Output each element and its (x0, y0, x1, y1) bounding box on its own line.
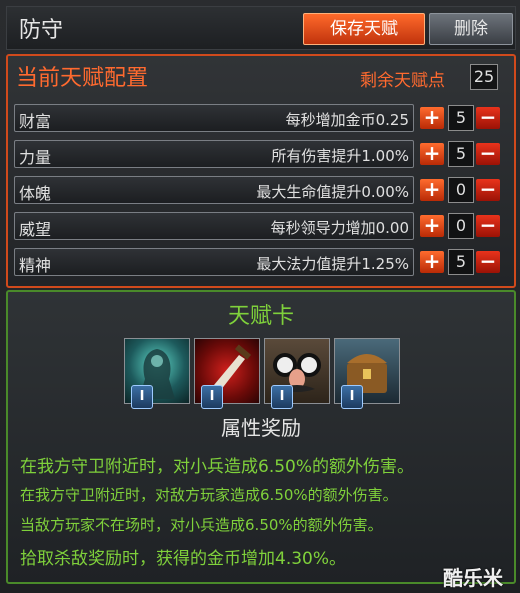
talent-points: 0 (448, 177, 474, 203)
talent-row: 体魄 最大生命值提升0.00% + 0 − (14, 176, 510, 204)
decrease-button[interactable]: − (476, 143, 500, 165)
talent-row: 力量 所有伤害提升1.00% + 5 − (14, 140, 510, 168)
card-level-badge: I (201, 385, 223, 409)
talent-name: 精神 (19, 256, 52, 275)
increase-button[interactable]: + (420, 179, 444, 201)
talent-points: 0 (448, 213, 474, 239)
talent-name: 体魄 (19, 184, 52, 203)
disguise-glasses-card-icon[interactable]: I (264, 338, 330, 409)
talent-name: 力量 (19, 148, 52, 167)
talent-config-panel: 当前天赋配置 剩余天赋点 25 财富 每秒增加金币0.25 + 5 − 力量 所… (6, 54, 516, 288)
talent-effect: 每秒领导力增加0.00 (270, 219, 409, 237)
increase-button[interactable]: + (420, 143, 444, 165)
increase-button[interactable]: + (420, 215, 444, 237)
decrease-button[interactable]: − (476, 215, 500, 237)
talent-row-box: 力量 所有伤害提升1.00% (14, 140, 414, 168)
decrease-button[interactable]: − (476, 251, 500, 273)
decrease-button[interactable]: − (476, 107, 500, 129)
increase-button[interactable]: + (420, 251, 444, 273)
card-level-badge: I (341, 385, 363, 409)
talent-window: 防守 保存天赋 删除 当前天赋配置 剩余天赋点 25 财富 每秒增加金币0.25… (0, 0, 520, 593)
save-talent-button[interactable]: 保存天赋 (303, 13, 425, 45)
talent-row: 财富 每秒增加金币0.25 + 5 − (14, 104, 510, 132)
talent-card-panel: 天赋卡 I I I I 属性奖励 在我方守卫附近时，对小兵造成6.50%的额外伤… (6, 290, 516, 584)
page-title: 防守 (19, 18, 64, 43)
bonus-title: 属性奖励 (221, 416, 301, 440)
ghost-warrior-card-icon[interactable]: I (124, 338, 190, 409)
remaining-points-value: 25 (470, 64, 498, 90)
increase-button[interactable]: + (420, 107, 444, 129)
bonus-line: 在我方守卫附近时，对敌方玩家造成6.50%的额外伤害。 (20, 486, 398, 504)
talent-row-box: 体魄 最大生命值提升0.00% (14, 176, 414, 204)
decrease-button[interactable]: − (476, 179, 500, 201)
talent-effect: 最大法力值提升1.25% (256, 255, 409, 273)
watermark-logo: 酷乐米 (443, 566, 503, 590)
talent-points: 5 (448, 249, 474, 275)
dagger-card-icon[interactable]: I (194, 338, 260, 409)
config-title: 当前天赋配置 (16, 66, 149, 91)
talent-row-box: 精神 最大法力值提升1.25% (14, 248, 414, 276)
cards-title: 天赋卡 (227, 304, 294, 329)
treasure-chest-card-icon[interactable]: I (334, 338, 400, 409)
talent-effect: 所有伤害提升1.00% (271, 147, 409, 165)
bonus-line: 在我方守卫附近时，对小兵造成6.50%的额外伤害。 (20, 457, 415, 477)
talent-points: 5 (448, 141, 474, 167)
talent-effect: 最大生命值提升0.00% (256, 183, 409, 201)
header-bar: 防守 保存天赋 删除 (6, 6, 516, 50)
talent-row-box: 财富 每秒增加金币0.25 (14, 104, 414, 132)
talent-effect: 每秒增加金币0.25 (285, 111, 409, 129)
talent-points: 5 (448, 105, 474, 131)
card-level-badge: I (131, 385, 153, 409)
talent-row: 精神 最大法力值提升1.25% + 5 − (14, 248, 510, 276)
remaining-points-label: 剩余天赋点 (360, 71, 445, 91)
delete-button[interactable]: 删除 (429, 13, 513, 45)
talent-row: 威望 每秒领导力增加0.00 + 0 − (14, 212, 510, 240)
talent-name: 威望 (19, 220, 52, 239)
bonus-line: 当敌方玩家不在场时，对小兵造成6.50%的额外伤害。 (20, 516, 383, 534)
card-level-badge: I (271, 385, 293, 409)
bonus-line: 拾取杀敌奖励时，获得的金币增加4.30%。 (20, 549, 347, 569)
talent-row-box: 威望 每秒领导力增加0.00 (14, 212, 414, 240)
talent-name: 财富 (19, 112, 52, 131)
